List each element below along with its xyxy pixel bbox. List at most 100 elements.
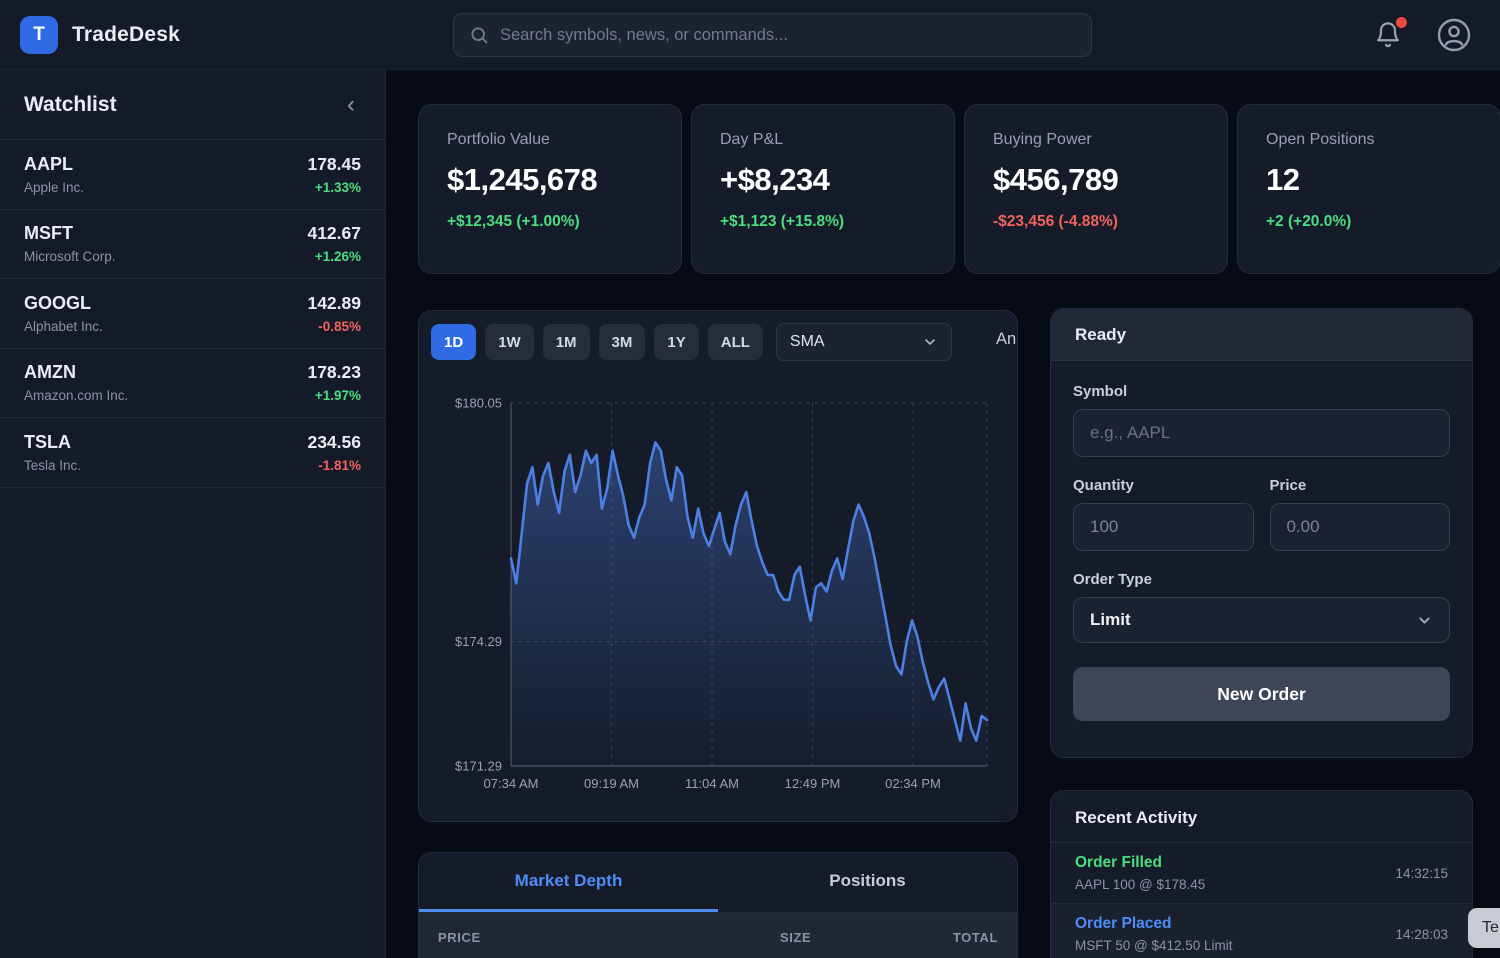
depth-table-header: PRICE SIZE TOTAL — [419, 913, 1017, 958]
activity-event: Order Placed — [1075, 915, 1233, 933]
bottom-tabs: Market Depth Positions — [419, 853, 1017, 913]
search-input[interactable] — [500, 26, 1076, 45]
svg-text:$174.29: $174.29 — [455, 634, 502, 649]
chart-toolbar: 1D 1W 1M 3M 1Y ALL SMA Annot — [431, 323, 1005, 361]
svg-text:$171.29: $171.29 — [455, 759, 502, 774]
range-button-1d[interactable]: 1D — [431, 324, 476, 360]
svg-text:$180.05: $180.05 — [455, 396, 502, 411]
range-button-1y[interactable]: 1Y — [654, 324, 698, 360]
stat-change: +$12,345 (+1.00%) — [447, 213, 653, 231]
indicator-select[interactable]: SMA — [776, 323, 952, 361]
watchlist-row-aapl[interactable]: AAPL Apple Inc. 178.45 +1.33% — [0, 140, 385, 210]
symbol-label: Symbol — [1073, 383, 1450, 400]
range-button-all[interactable]: ALL — [708, 324, 763, 360]
order-type-value: Limit — [1090, 610, 1131, 630]
symbol: TSLA — [24, 432, 81, 453]
symbol-input[interactable] — [1073, 409, 1450, 457]
change-percent: -0.85% — [307, 319, 361, 334]
collapse-sidebar-icon[interactable]: ‹ — [341, 91, 361, 119]
order-entry-panel: Ready Symbol Quantity Price Order Type L… — [1050, 308, 1473, 758]
avatar-icon — [1436, 17, 1472, 53]
stat-label: Buying Power — [993, 131, 1199, 149]
change-percent: -1.81% — [307, 458, 361, 473]
column-total: TOTAL — [811, 930, 998, 945]
order-type-select[interactable]: Limit — [1073, 597, 1450, 643]
symbol: GOOGL — [24, 293, 103, 314]
app-title: TradeDesk — [72, 23, 180, 47]
stat-change: -$23,456 (-4.88%) — [993, 213, 1199, 231]
column-size: SIZE — [625, 930, 812, 945]
recent-activity-panel: Recent Activity Order Filled AAPL 100 @ … — [1050, 790, 1473, 958]
stat-card-buying-power: Buying Power $456,789 -$23,456 (-4.88%) — [964, 104, 1228, 274]
activity-event: Order Filled — [1075, 854, 1205, 872]
range-button-1w[interactable]: 1W — [485, 324, 534, 360]
stat-value: 12 — [1266, 162, 1472, 198]
stat-card-day-pnl: Day P&L +$8,234 +$1,123 (+15.8%) — [691, 104, 955, 274]
company-name: Microsoft Corp. — [24, 249, 116, 264]
company-name: Amazon.com Inc. — [24, 388, 128, 403]
stat-value: +$8,234 — [720, 162, 926, 198]
price: 412.67 — [307, 223, 361, 244]
order-type-label: Order Type — [1073, 571, 1450, 588]
watchlist-row-msft[interactable]: MSFT Microsoft Corp. 412.67 +1.26% — [0, 210, 385, 280]
watchlist-sidebar: Watchlist ‹ AAPL Apple Inc. 178.45 +1.33… — [0, 70, 386, 958]
activity-detail: AAPL 100 @ $178.45 — [1075, 877, 1205, 892]
app-logo: T — [20, 16, 58, 54]
stat-card-open-positions: Open Positions 12 +2 (+20.0%) — [1237, 104, 1500, 274]
activity-detail: MSFT 50 @ $412.50 Limit — [1075, 938, 1233, 953]
stat-label: Portfolio Value — [447, 131, 653, 149]
column-price: PRICE — [438, 930, 625, 945]
stat-value: $1,245,678 — [447, 162, 653, 198]
user-menu-button[interactable] — [1436, 17, 1472, 53]
price-chart[interactable]: 07:34 AM09:19 AM11:04 AM12:49 PM02:34 PM… — [431, 373, 1007, 813]
tab-positions[interactable]: Positions — [718, 853, 1017, 912]
notifications-button[interactable] — [1374, 21, 1402, 49]
change-percent: +1.33% — [307, 180, 361, 195]
price-label: Price — [1270, 477, 1451, 494]
main-content: Portfolio Value $1,245,678 +$12,345 (+1.… — [386, 70, 1500, 958]
chevron-down-icon — [1416, 612, 1433, 629]
order-status: Ready — [1051, 309, 1472, 361]
annotate-label-clipped[interactable]: Annot — [996, 330, 1018, 349]
symbol: AMZN — [24, 362, 128, 383]
watchlist-row-googl[interactable]: GOOGL Alphabet Inc. 142.89 -0.85% — [0, 279, 385, 349]
quantity-input[interactable] — [1073, 503, 1254, 551]
range-button-3m[interactable]: 3M — [599, 324, 646, 360]
svg-text:11:04 AM: 11:04 AM — [685, 776, 739, 791]
price: 178.45 — [307, 154, 361, 175]
market-depth-panel: Market Depth Positions PRICE SIZE TOTAL — [418, 852, 1018, 958]
svg-text:12:49 PM: 12:49 PM — [785, 776, 841, 791]
chevron-down-icon — [922, 334, 938, 350]
change-percent: +1.26% — [307, 249, 361, 264]
stat-change: +$1,123 (+15.8%) — [720, 213, 926, 231]
price-input[interactable] — [1270, 503, 1451, 551]
company-name: Alphabet Inc. — [24, 319, 103, 334]
stat-label: Day P&L — [720, 131, 926, 149]
stat-card-portfolio-value: Portfolio Value $1,245,678 +$12,345 (+1.… — [418, 104, 682, 274]
range-button-1m[interactable]: 1M — [543, 324, 590, 360]
svg-text:02:34 PM: 02:34 PM — [885, 776, 941, 791]
activity-row-order-filled: Order Filled AAPL 100 @ $178.45 14:32:15 — [1051, 843, 1472, 903]
stats-row: Portfolio Value $1,245,678 +$12,345 (+1.… — [418, 104, 1500, 274]
app-header: T TradeDesk — [0, 0, 1500, 70]
symbol: MSFT — [24, 223, 116, 244]
brand: T TradeDesk — [20, 16, 180, 54]
price-chart-panel: 1D 1W 1M 3M 1Y ALL SMA Annot 07:34 AM09:… — [418, 310, 1018, 822]
company-name: Tesla Inc. — [24, 458, 81, 473]
price: 178.23 — [307, 362, 361, 383]
symbol: AAPL — [24, 154, 84, 175]
notification-badge — [1396, 17, 1407, 28]
tab-market-depth[interactable]: Market Depth — [419, 853, 718, 912]
company-name: Apple Inc. — [24, 180, 84, 195]
quantity-label: Quantity — [1073, 477, 1254, 494]
new-order-button[interactable]: New Order — [1073, 667, 1450, 721]
watchlist-row-amzn[interactable]: AMZN Amazon.com Inc. 178.23 +1.97% — [0, 349, 385, 419]
search-icon — [469, 25, 489, 45]
indicator-value: SMA — [790, 333, 825, 351]
activity-row-order-placed: Order Placed MSFT 50 @ $412.50 Limit 14:… — [1051, 903, 1472, 958]
activity-time: 14:28:03 — [1395, 927, 1448, 942]
watchlist-title: Watchlist — [24, 93, 117, 117]
watchlist-row-tsla[interactable]: TSLA Tesla Inc. 234.56 -1.81% — [0, 418, 385, 488]
global-search[interactable] — [453, 13, 1092, 57]
svg-text:07:34 AM: 07:34 AM — [484, 776, 539, 791]
